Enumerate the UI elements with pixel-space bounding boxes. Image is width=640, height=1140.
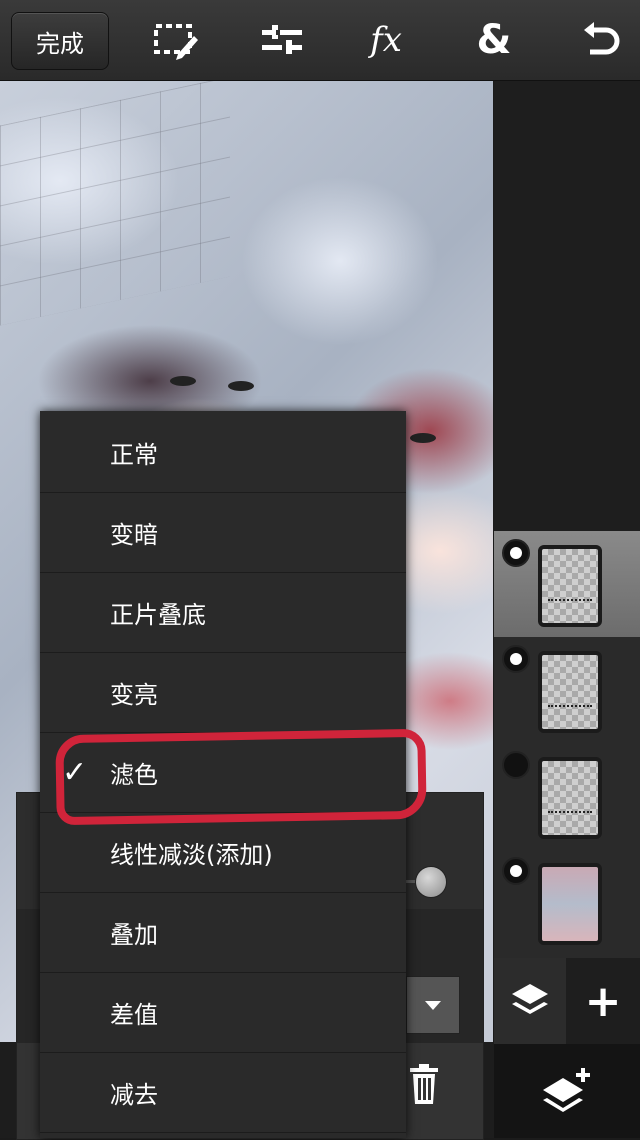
delete-layer-button[interactable]	[406, 1062, 442, 1106]
layer-item[interactable]	[494, 637, 640, 743]
ampersand-icon[interactable]: &	[468, 14, 520, 66]
selection-edit-icon[interactable]	[150, 14, 202, 66]
blend-option-lighten[interactable]: 变亮	[40, 653, 406, 733]
blend-mode-dropdown-button[interactable]	[406, 976, 460, 1034]
layers-icon	[512, 984, 548, 1014]
layer-thumbnail	[538, 863, 602, 945]
canvas-figure-detail	[170, 376, 196, 386]
undo-icon[interactable]	[574, 14, 626, 66]
layer-thumbnail	[538, 545, 602, 627]
blend-option-darken[interactable]: 变暗	[40, 493, 406, 573]
done-button[interactable]: 完成	[11, 12, 109, 70]
layer-visibility-toggle[interactable]	[502, 645, 530, 673]
blend-option-label: 线性减淡(添加)	[110, 841, 273, 869]
blend-option-difference[interactable]: 差值	[40, 973, 406, 1053]
layer-visibility-toggle[interactable]	[502, 857, 530, 885]
top-toolbar: 完成 fx &	[0, 0, 640, 81]
canvas-figure-detail	[410, 433, 436, 443]
fx-icon[interactable]: fx	[360, 14, 412, 66]
layer-visibility-toggle[interactable]	[502, 751, 530, 779]
blend-option-label: 正常	[110, 441, 158, 469]
blend-option-multiply[interactable]: 正片叠底	[40, 573, 406, 653]
layer-visibility-toggle[interactable]	[502, 539, 530, 567]
layers-button[interactable]	[494, 958, 566, 1044]
blend-option-overlay[interactable]: 叠加	[40, 893, 406, 973]
blend-option-label: 变暗	[110, 521, 158, 549]
blend-option-subtract[interactable]: 减去	[40, 1053, 406, 1133]
canvas-grid-pattern	[0, 81, 230, 326]
add-layer-button[interactable]	[494, 1044, 640, 1138]
layer-thumbnail	[538, 651, 602, 733]
blend-option-label: 叠加	[110, 921, 158, 949]
canvas-figure-detail	[228, 381, 254, 391]
blend-option-label: 差值	[110, 1001, 158, 1029]
blend-option-normal[interactable]: 正常	[40, 413, 406, 493]
adjust-sliders-icon[interactable]	[256, 14, 308, 66]
layer-item[interactable]	[494, 531, 640, 637]
add-button[interactable]: +	[566, 958, 640, 1044]
blend-option-label: 正片叠底	[110, 601, 206, 629]
blend-option-linear-dodge[interactable]: 线性减淡(添加)	[40, 813, 406, 893]
opacity-slider-handle[interactable]	[415, 866, 447, 898]
layer-item[interactable]	[494, 849, 640, 955]
add-layer-icon	[543, 1068, 590, 1112]
layer-item[interactable]	[494, 743, 640, 849]
blend-option-label: 减去	[110, 1081, 158, 1109]
trash-icon	[410, 1064, 438, 1104]
layer-thumbnail	[538, 757, 602, 839]
highlight-annotation	[55, 728, 427, 826]
blend-option-label: 变亮	[110, 681, 158, 709]
